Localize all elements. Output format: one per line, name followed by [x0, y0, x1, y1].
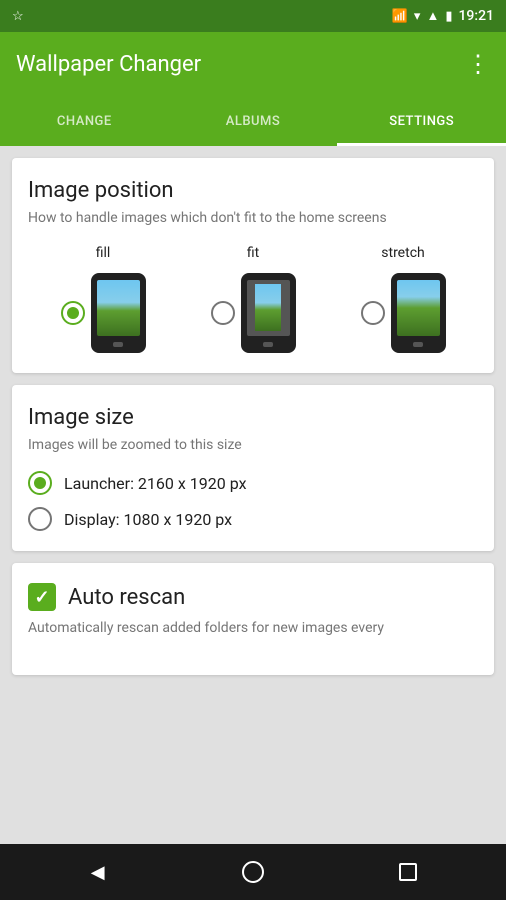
fill-image	[97, 280, 140, 336]
bottom-nav: ◀	[0, 844, 506, 900]
auto-rescan-card: ✓ Auto rescan Automatically rescan added…	[12, 563, 494, 675]
tab-settings[interactable]: SETTINGS	[337, 96, 506, 146]
stretch-label: stretch	[381, 245, 424, 261]
app-title: Wallpaper Changer	[16, 52, 201, 77]
home-icon	[242, 861, 264, 883]
fit-phone-screen	[247, 280, 290, 336]
image-position-card: Image position How to handle images whic…	[12, 158, 494, 373]
launcher-radio[interactable]	[28, 471, 52, 495]
fill-radio-inner	[67, 307, 79, 319]
auto-rescan-checkbox[interactable]: ✓	[28, 583, 56, 611]
tab-change[interactable]: CHANGE	[0, 96, 169, 146]
fill-phone-mockup	[91, 273, 146, 353]
app-bar: Wallpaper Changer ⋮	[0, 32, 506, 96]
back-button[interactable]: ◀	[78, 852, 118, 892]
launcher-radio-inner	[34, 477, 46, 489]
size-option-display[interactable]: Display: 1080 x 1920 px	[28, 507, 478, 531]
image-position-subtitle: How to handle images which don't fit to …	[28, 209, 478, 229]
tab-albums[interactable]: ALBUMS	[169, 96, 338, 146]
auto-rescan-subtitle: Automatically rescan added folders for n…	[28, 619, 478, 639]
recents-button[interactable]	[388, 852, 428, 892]
fill-label: fill	[96, 245, 111, 261]
position-option-fit[interactable]: fit	[211, 245, 296, 353]
android-icon: ☆	[12, 9, 24, 24]
battery-icon: ▮	[445, 9, 452, 24]
fill-radio[interactable]	[61, 301, 85, 325]
back-icon: ◀	[91, 862, 105, 883]
fit-label: fit	[247, 245, 259, 261]
launcher-label: Launcher: 2160 x 1920 px	[64, 474, 247, 493]
fit-radio[interactable]	[211, 301, 235, 325]
stretch-image	[397, 280, 440, 336]
display-label: Display: 1080 x 1920 px	[64, 510, 232, 529]
fit-screen-bg	[247, 280, 290, 336]
more-options-icon[interactable]: ⋮	[466, 50, 490, 78]
settings-content: Image position How to handle images whic…	[0, 146, 506, 844]
position-option-stretch[interactable]: stretch	[361, 245, 446, 353]
image-size-card: Image size Images will be zoomed to this…	[12, 385, 494, 552]
image-position-title: Image position	[28, 178, 478, 203]
status-bar: ☆ 📶 ▾ ▲ ▮ 19:21	[0, 0, 506, 32]
display-radio[interactable]	[28, 507, 52, 531]
stretch-radio[interactable]	[361, 301, 385, 325]
status-time: 19:21	[458, 8, 494, 24]
home-button[interactable]	[233, 852, 273, 892]
fill-phone-button	[113, 342, 123, 347]
auto-rescan-header: ✓ Auto rescan	[28, 583, 478, 611]
fit-image	[255, 284, 281, 332]
tab-bar: CHANGE ALBUMS SETTINGS	[0, 96, 506, 146]
stretch-phone-mockup	[391, 273, 446, 353]
fit-phone-mockup	[241, 273, 296, 353]
fit-phone-button	[263, 342, 273, 347]
recents-icon	[398, 862, 418, 882]
size-option-launcher[interactable]: Launcher: 2160 x 1920 px	[28, 471, 478, 495]
checkbox-check-icon: ✓	[34, 587, 49, 608]
stretch-phone-screen	[397, 280, 440, 336]
image-size-title: Image size	[28, 405, 478, 430]
stretch-phone-button	[413, 342, 423, 347]
image-size-subtitle: Images will be zoomed to this size	[28, 436, 478, 456]
size-options: Launcher: 2160 x 1920 px Display: 1080 x…	[28, 471, 478, 531]
bluetooth-icon: 📶	[392, 9, 408, 24]
position-option-fill[interactable]: fill	[61, 245, 146, 353]
signal-icon: ▲	[426, 8, 439, 24]
fill-phone-screen	[97, 280, 140, 336]
auto-rescan-title: Auto rescan	[68, 585, 185, 610]
wifi-icon: ▾	[414, 9, 421, 24]
